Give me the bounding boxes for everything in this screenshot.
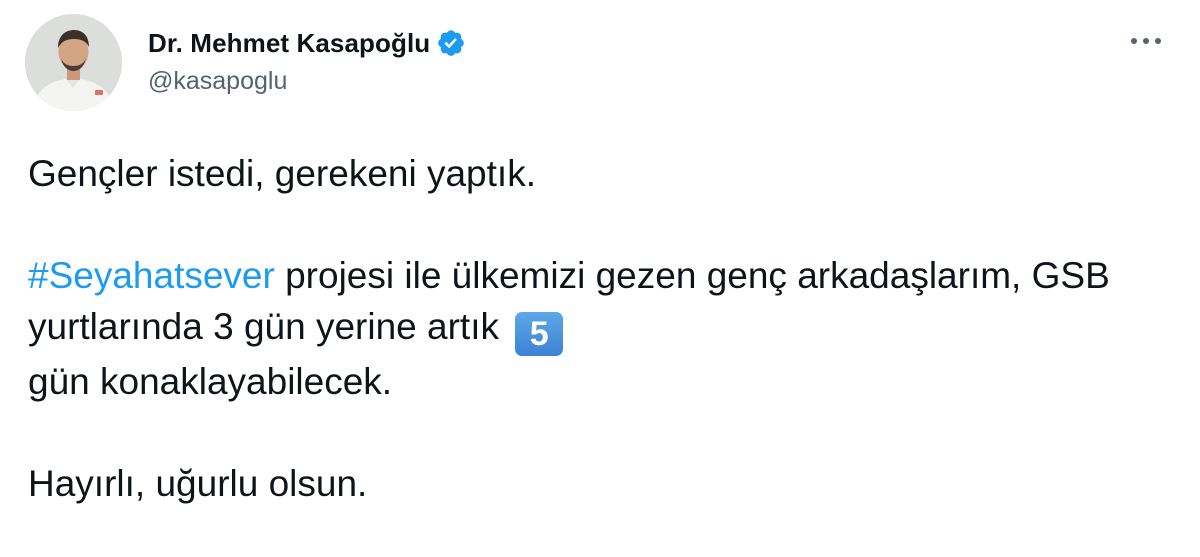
tweet-card: Dr. Mehmet Kasapoğlu @kasapoglu Gençler … xyxy=(0,0,1200,557)
author-display-name[interactable]: Dr. Mehmet Kasapoğlu xyxy=(148,28,430,59)
author-handle[interactable]: @kasapoglu xyxy=(148,67,287,96)
tweet-paragraph-2: #Seyahatsever projesi ile ülkemizi gezen… xyxy=(28,250,1178,407)
more-horizontal-icon xyxy=(1131,38,1161,44)
tweet-line-3: Hayırlı, uğurlu olsun. xyxy=(28,463,368,504)
author-name-row: Dr. Mehmet Kasapoğlu xyxy=(148,26,466,60)
hashtag-link[interactable]: #Seyahatsever xyxy=(28,255,275,296)
more-options-button[interactable] xyxy=(1124,28,1168,54)
avatar[interactable] xyxy=(25,14,122,111)
tweet-line-1: Gençler istedi, gerekeni yaptık. xyxy=(28,153,536,194)
profile-photo-icon xyxy=(25,14,122,111)
keycap-digit-five-emoji: 5 xyxy=(515,312,564,356)
tweet-paragraph-2-end: gün konaklayabilecek. xyxy=(28,361,393,402)
verified-badge-icon xyxy=(436,28,466,58)
tweet-text: Gençler istedi, gerekeni yaptık. #Seyaha… xyxy=(28,148,1178,509)
